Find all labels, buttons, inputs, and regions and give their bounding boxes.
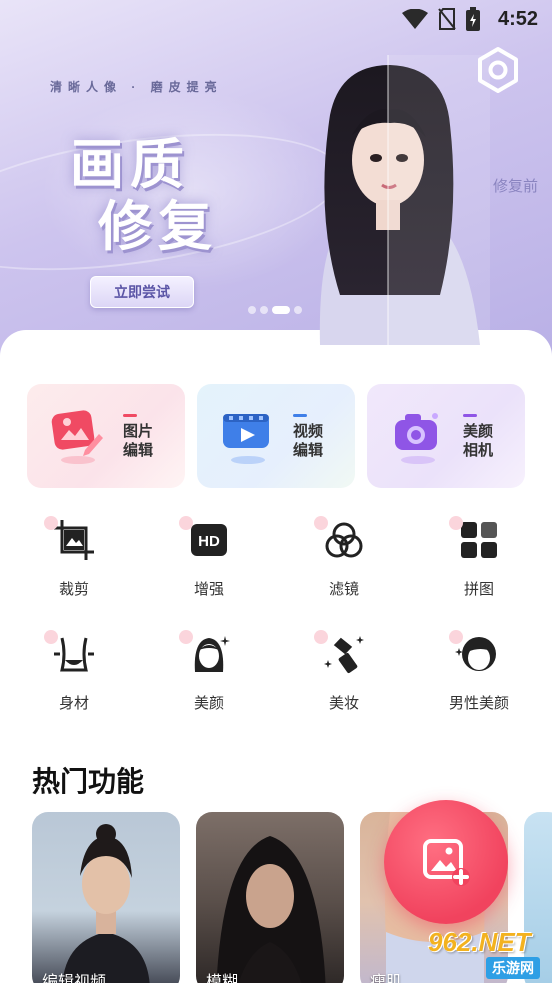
beauty-camera-label: 美颜相机 [463, 423, 494, 459]
pagination-dot[interactable] [260, 306, 268, 314]
status-time: 4:52 [497, 8, 538, 30]
tool-male-beauty[interactable]: 男性美颜 [429, 630, 529, 713]
pagination-dot[interactable] [248, 306, 256, 314]
add-photo-icon [423, 839, 470, 886]
card-accent-bar [123, 414, 137, 417]
hot-item-label: 瘦肌 [370, 974, 403, 983]
tool-enhance-label: 增强 [193, 581, 224, 598]
card-icon-shadow [401, 456, 435, 464]
banner-title-line2: 修复 [98, 197, 218, 257]
hot-item-label: 模糊 [206, 974, 239, 983]
hot-item-label: 编辑视频 [42, 974, 107, 983]
tool-body[interactable]: 身材 [24, 630, 124, 713]
tool-filter[interactable]: 滤镜 [294, 516, 394, 599]
card-accent-bar [463, 414, 477, 417]
card-icon-shadow [231, 456, 265, 464]
pagination-dot[interactable] [294, 306, 302, 314]
video-edit-icon [223, 414, 269, 448]
battery-charging-icon [466, 7, 480, 31]
photo-edit-icon [51, 410, 103, 456]
hot-item-edit-video[interactable]: 编辑视频 [32, 812, 180, 983]
video-edit-label: 视频编辑 [293, 423, 324, 459]
promo-banner[interactable]: 4:52 清晰人像 · 磨皮提亮 画质 修复 立即尝试 修复前 [0, 0, 552, 360]
watermark-site-name: 乐游网 [486, 957, 540, 979]
tool-beauty-label: 美颜 [193, 695, 224, 712]
card-accent-bar [293, 414, 307, 417]
banner-tagline: 清晰人像 · 磨皮提亮 [50, 80, 223, 94]
hot-features-title: 热门功能 [32, 766, 145, 797]
svg-text:HD: HD [198, 533, 220, 550]
tool-beauty[interactable]: 美颜 [159, 630, 259, 713]
tool-collage-label: 拼图 [463, 581, 494, 598]
no-sim-icon [438, 8, 456, 30]
site-watermark: 962.NET 乐游网 [418, 927, 546, 979]
banner-portrait [319, 55, 490, 345]
tool-makeup[interactable]: 美妆 [294, 630, 394, 713]
compare-before-label: 修复前 [492, 178, 538, 195]
tool-male-beauty-label: 男性美颜 [448, 695, 509, 712]
beauty-camera-card[interactable]: 美颜相机 [367, 384, 525, 488]
photo-edit-card[interactable]: 图片编辑 [27, 384, 185, 488]
tool-makeup-label: 美妆 [328, 695, 359, 712]
banner-pagination [248, 306, 302, 314]
hot-item-image [216, 836, 326, 983]
tool-filter-label: 滤镜 [328, 581, 359, 598]
tool-collage[interactable]: 拼图 [429, 516, 529, 599]
pagination-dot-active[interactable] [272, 306, 290, 314]
beauty-camera-icon [395, 413, 438, 450]
card-icon-shadow [61, 456, 95, 464]
add-photo-fab[interactable] [384, 800, 508, 924]
settings-icon[interactable] [474, 46, 522, 94]
tool-enhance[interactable]: HD 增强 [159, 516, 259, 599]
watermark-logo-text: 962.NET [428, 927, 531, 957]
tool-crop-label: 裁剪 [58, 581, 89, 598]
tool-body-label: 身材 [58, 695, 89, 712]
feature-cards: 图片编辑 视频编辑 美颜相机 [27, 384, 527, 488]
status-bar: 4:52 [0, 0, 552, 38]
hot-item-image [62, 824, 150, 983]
hot-item-blur[interactable]: 模糊 [196, 812, 344, 983]
tool-crop[interactable]: 裁剪 [24, 516, 124, 599]
wifi-icon [402, 9, 428, 29]
photo-edit-label: 图片编辑 [123, 423, 154, 459]
video-edit-card[interactable]: 视频编辑 [197, 384, 355, 488]
try-now-button[interactable]: 立即尝试 [90, 276, 194, 308]
